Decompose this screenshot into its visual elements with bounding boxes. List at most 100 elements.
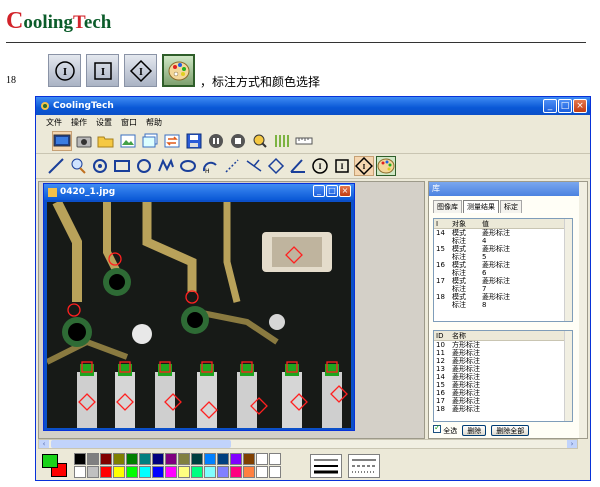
color-swatch[interactable] bbox=[269, 453, 281, 465]
results-row[interactable]: 18 模式 菱形标注 bbox=[434, 293, 572, 301]
results-list-scrollbar[interactable] bbox=[564, 219, 572, 321]
capture-button[interactable] bbox=[74, 131, 94, 151]
color-swatch[interactable] bbox=[152, 466, 164, 478]
scroll-right-arrow-icon[interactable]: › bbox=[567, 440, 577, 448]
ruler-button[interactable] bbox=[294, 131, 314, 151]
objects-list-scrollbar[interactable] bbox=[564, 331, 572, 421]
image-maximize-button[interactable]: □ bbox=[326, 185, 338, 197]
results-row[interactable]: 16 模式 菱形标注 bbox=[434, 261, 572, 269]
open-button[interactable] bbox=[96, 131, 116, 151]
results-row[interactable]: 标注 6 bbox=[434, 269, 572, 277]
color-swatch[interactable] bbox=[165, 466, 177, 478]
scroll-thumb[interactable] bbox=[51, 440, 231, 448]
color-swatch[interactable] bbox=[243, 453, 255, 465]
menu-help[interactable]: 帮助 bbox=[146, 117, 162, 128]
point-distance-tool[interactable] bbox=[222, 156, 242, 176]
color-swatch[interactable] bbox=[139, 466, 151, 478]
color-swatch[interactable] bbox=[256, 453, 268, 465]
line-tool[interactable] bbox=[46, 156, 66, 176]
color-swatch[interactable] bbox=[126, 453, 138, 465]
color-swatch[interactable] bbox=[74, 453, 86, 465]
color-swatch[interactable] bbox=[269, 466, 281, 478]
color-swatch[interactable] bbox=[178, 453, 190, 465]
results-row[interactable]: 15 模式 菱形标注 bbox=[434, 245, 572, 253]
minimize-button[interactable]: _ bbox=[543, 99, 557, 113]
live-view-button[interactable] bbox=[52, 131, 72, 151]
perpendicular-tool[interactable] bbox=[244, 156, 264, 176]
image-list-button[interactable] bbox=[140, 131, 160, 151]
color-select-tool[interactable] bbox=[376, 156, 396, 176]
color-swatch[interactable] bbox=[217, 466, 229, 478]
pcb-image-view[interactable] bbox=[47, 202, 351, 428]
square-mark-tool[interactable]: I bbox=[332, 156, 352, 176]
pause-button[interactable] bbox=[206, 131, 226, 151]
tab-calibration[interactable]: 标定 bbox=[500, 200, 522, 213]
workspace-hscrollbar[interactable]: ‹ › bbox=[38, 439, 578, 449]
color-swatch[interactable] bbox=[100, 466, 112, 478]
objects-row[interactable]: 14 菱形标注 bbox=[434, 373, 572, 381]
tab-measure-results[interactable]: 测量结果 bbox=[463, 200, 499, 213]
color-swatch[interactable] bbox=[100, 453, 112, 465]
objects-row[interactable]: 11 菱形标注 bbox=[434, 349, 572, 357]
angle-tool[interactable] bbox=[288, 156, 308, 176]
results-row[interactable]: 17 模式 菱形标注 bbox=[434, 277, 572, 285]
col-name[interactable]: 名称 bbox=[452, 331, 572, 340]
current-colors[interactable] bbox=[42, 454, 68, 478]
image-close-button[interactable]: × bbox=[339, 185, 351, 197]
close-button[interactable]: × bbox=[573, 99, 587, 113]
browse-images-button[interactable] bbox=[118, 131, 138, 151]
select-all-checkbox[interactable]: 全选 bbox=[433, 423, 457, 436]
color-swatch[interactable] bbox=[152, 453, 164, 465]
panel-scrollbar[interactable] bbox=[579, 182, 587, 438]
image-minimize-button[interactable]: _ bbox=[313, 185, 325, 197]
color-swatch[interactable] bbox=[87, 466, 99, 478]
maximize-button[interactable]: □ bbox=[558, 99, 572, 113]
circle-tool[interactable] bbox=[134, 156, 154, 176]
polyline-tool[interactable] bbox=[156, 156, 176, 176]
compare-button[interactable] bbox=[162, 131, 182, 151]
menu-file[interactable]: 文件 bbox=[46, 117, 62, 128]
color-swatch[interactable] bbox=[139, 453, 151, 465]
menu-settings[interactable]: 设置 bbox=[96, 117, 112, 128]
color-swatch[interactable] bbox=[230, 466, 242, 478]
objects-row[interactable]: 12 菱形标注 bbox=[434, 357, 572, 365]
color-swatch[interactable] bbox=[191, 453, 203, 465]
color-swatch[interactable] bbox=[126, 466, 138, 478]
objects-row[interactable]: 15 菱形标注 bbox=[434, 381, 572, 389]
grid-button[interactable] bbox=[272, 131, 292, 151]
results-row[interactable]: 标注 5 bbox=[434, 253, 572, 261]
results-row[interactable]: 14 模式 菱形标注 bbox=[434, 229, 572, 237]
arc-tool[interactable] bbox=[90, 156, 110, 176]
results-row[interactable]: 标注 4 bbox=[434, 237, 572, 245]
stop-button[interactable] bbox=[228, 131, 248, 151]
color-swatch[interactable] bbox=[113, 466, 125, 478]
color-swatch[interactable] bbox=[74, 466, 86, 478]
color-swatch[interactable] bbox=[230, 453, 242, 465]
zoom-tool[interactable] bbox=[68, 156, 88, 176]
color-swatch[interactable] bbox=[243, 466, 255, 478]
parallel-tool[interactable] bbox=[266, 156, 286, 176]
menu-operate[interactable]: 操作 bbox=[71, 117, 87, 128]
save-button[interactable] bbox=[184, 131, 204, 151]
col-id[interactable]: ID bbox=[434, 331, 452, 340]
foreground-color-swatch[interactable] bbox=[42, 454, 58, 468]
color-swatch[interactable] bbox=[204, 466, 216, 478]
color-swatch[interactable] bbox=[87, 453, 99, 465]
objects-row[interactable]: 13 菱形标注 bbox=[434, 365, 572, 373]
circle-mark-tool[interactable]: I bbox=[310, 156, 330, 176]
delete-all-button[interactable]: 删除全部 bbox=[491, 425, 530, 436]
line-width-selector[interactable] bbox=[310, 454, 342, 478]
scroll-left-arrow-icon[interactable]: ‹ bbox=[39, 440, 49, 448]
menu-window[interactable]: 窗口 bbox=[121, 117, 137, 128]
color-swatch[interactable] bbox=[256, 466, 268, 478]
arc-height-tool[interactable]: H bbox=[200, 156, 220, 176]
col-object[interactable]: 对象 bbox=[452, 219, 482, 228]
color-swatch[interactable] bbox=[113, 453, 125, 465]
tab-image-library[interactable]: 图像库 bbox=[433, 200, 462, 213]
results-row[interactable]: 标注 7 bbox=[434, 285, 572, 293]
results-row[interactable]: 标注 8 bbox=[434, 301, 572, 309]
diamond-mark-tool[interactable]: I bbox=[354, 156, 374, 176]
image-titlebar[interactable]: 0420_1.jpg bbox=[44, 184, 354, 200]
ellipse-tool[interactable] bbox=[178, 156, 198, 176]
objects-row[interactable]: 16 菱形标注 bbox=[434, 389, 572, 397]
